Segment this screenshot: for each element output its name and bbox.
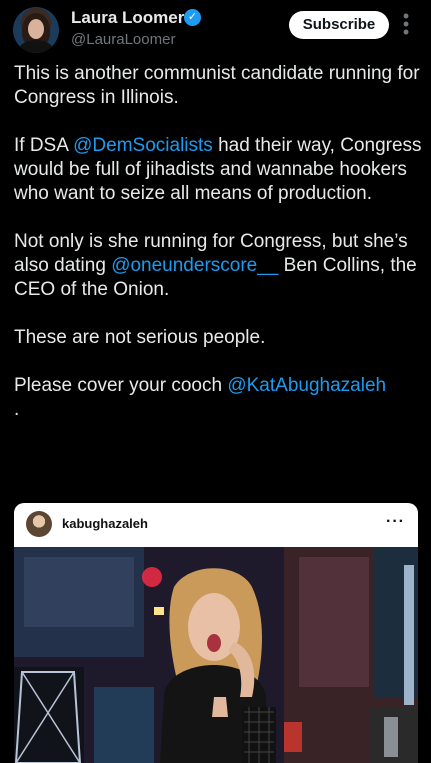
author-avatar[interactable] (13, 7, 59, 53)
tweet-paragraph: Please cover your cooch @KatAbughazaleh. (14, 375, 387, 420)
embed-username[interactable]: kabughazaleh (62, 516, 148, 531)
post-photo[interactable] (14, 547, 418, 763)
tweet-header: Laura Loomer ✓ @LauraLoomer Subscribe • •… (0, 0, 431, 56)
mention-link[interactable]: @DemSocialists (73, 135, 213, 156)
author-handle[interactable]: @LauraLoomer (71, 31, 175, 48)
tweet-paragraph: These are not serious people. (14, 327, 266, 348)
tweet-paragraph: Not only is she running for Congress, bu… (14, 231, 417, 300)
author-display-name[interactable]: Laura Loomer (71, 8, 184, 28)
embedded-instagram-post[interactable]: kabughazaleh ··· (14, 503, 418, 763)
mention-link[interactable]: @KatAbughazaleh (227, 375, 386, 396)
more-horizontal-icon[interactable]: ··· (386, 513, 405, 531)
verified-badge-icon: ✓ (184, 9, 201, 26)
mention-link[interactable]: @oneunderscore__ (111, 255, 278, 276)
embed-avatar[interactable] (26, 511, 52, 537)
subscribe-button[interactable]: Subscribe (289, 11, 389, 39)
tweet-paragraph: If DSA @DemSocialists had their way, Con… (14, 135, 422, 204)
tweet-text: This is another communist candidate runn… (14, 62, 422, 422)
tweet-paragraph: This is another communist candidate runn… (14, 63, 420, 108)
photo-illustration (14, 547, 418, 763)
more-vertical-icon[interactable]: • • • (399, 7, 413, 41)
